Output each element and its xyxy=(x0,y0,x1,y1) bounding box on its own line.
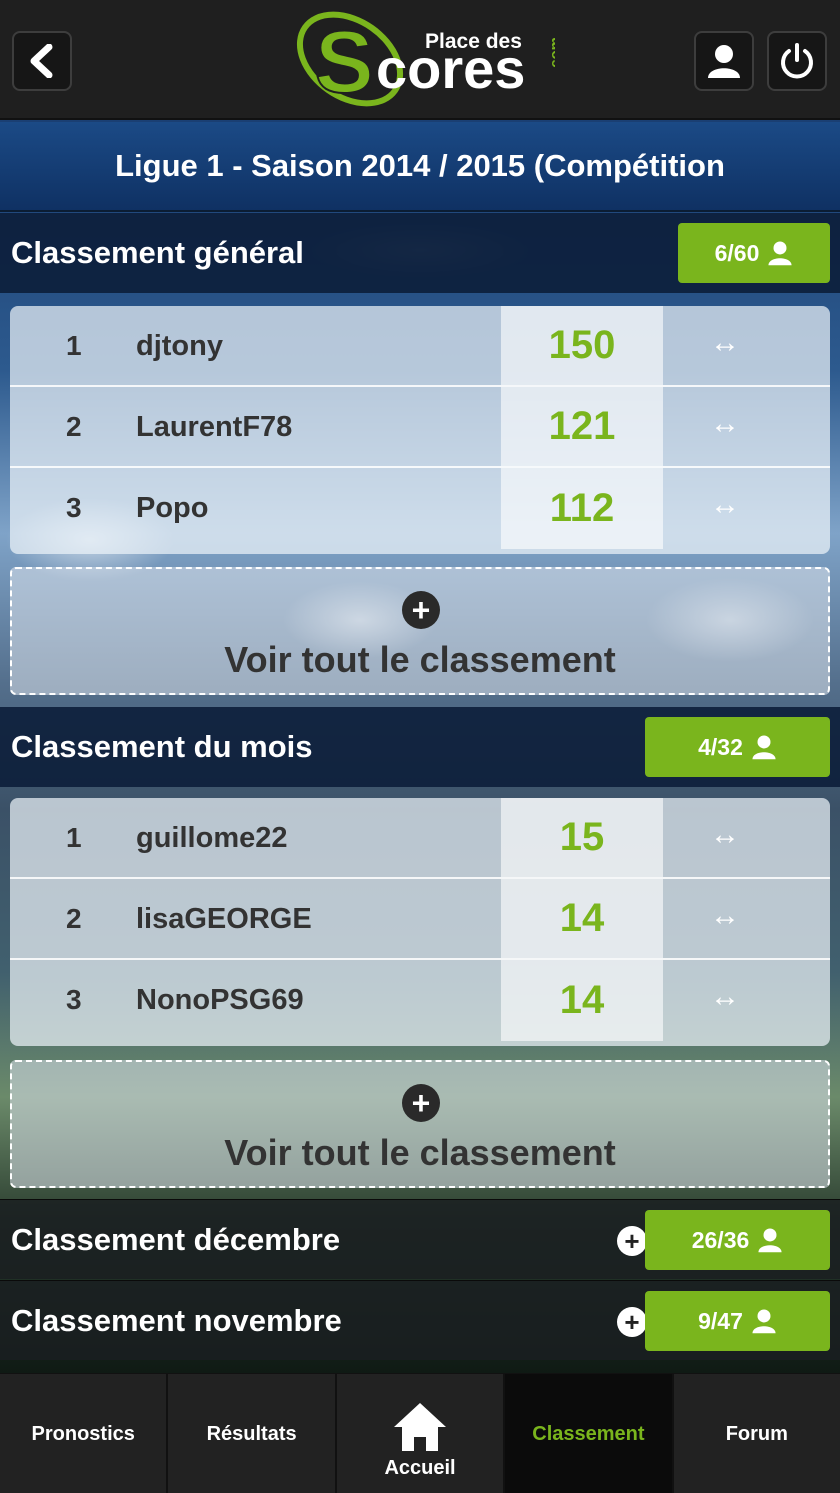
trend-arrow-icon: ↔ xyxy=(710,899,740,932)
general-ranking-header: Classement général 6/60 xyxy=(0,213,840,293)
power-icon xyxy=(781,43,813,79)
logo-graphic: S Place des cores .com xyxy=(296,11,564,112)
november-badge-text: 9/47 xyxy=(698,1307,743,1334)
month-ranking-table: 1 guillome22 15 ↔ 2 lisaGEORGE 14 ↔ 3 No… xyxy=(10,798,830,1046)
see-all-general-button[interactable]: + Voir tout le classement xyxy=(10,567,830,695)
see-all-month-button[interactable]: + Voir tout le classement xyxy=(10,1060,830,1188)
competition-title: Ligue 1 - Saison 2014 / 2015 (Compétitio… xyxy=(115,148,725,183)
tab-accueil[interactable]: Accueil xyxy=(337,1374,506,1493)
competition-title-bar: Ligue 1 - Saison 2014 / 2015 (Compétitio… xyxy=(0,122,840,212)
rank-cell: 3 xyxy=(66,984,82,1015)
november-ranking-badge[interactable]: 9/47 xyxy=(645,1291,830,1351)
player-name: Popo xyxy=(136,492,209,524)
player-name: NonoPSG69 xyxy=(136,984,304,1016)
points-cell: 112 xyxy=(501,468,663,549)
player-name: guillome22 xyxy=(136,822,288,854)
player-name: djtony xyxy=(136,330,223,362)
table-row[interactable]: 2 lisaGEORGE 14 ↔ xyxy=(10,879,830,960)
back-button[interactable] xyxy=(12,31,72,91)
tab-resultats[interactable]: Résultats xyxy=(168,1374,337,1493)
user-icon xyxy=(708,45,740,78)
december-ranking-badge[interactable]: 26/36 xyxy=(645,1210,830,1270)
plus-circle-icon: + xyxy=(402,591,440,629)
trend-arrow-icon: ↔ xyxy=(710,818,740,851)
month-ranking-badge[interactable]: 4/32 xyxy=(645,717,830,777)
place-des-scores-logo: S Place des cores .com xyxy=(290,4,564,114)
rank-cell: 1 xyxy=(66,330,82,361)
see-all-label: Voir tout le classement xyxy=(224,639,616,680)
app-header: S Place des cores .com xyxy=(0,0,840,120)
rank-cell: 2 xyxy=(66,903,82,934)
points-cell: 15 xyxy=(501,798,663,877)
player-name: lisaGEORGE xyxy=(136,903,312,935)
tab-accueil-label: Accueil xyxy=(384,1457,456,1479)
rank-cell: 3 xyxy=(66,492,82,523)
points-cell: 14 xyxy=(501,879,663,958)
see-all-label: Voir tout le classement xyxy=(224,1132,616,1173)
rank-cell: 2 xyxy=(66,411,82,442)
table-row[interactable]: 3 Popo 112 ↔ xyxy=(10,468,830,549)
points-cell: 121 xyxy=(501,387,663,466)
logo-cores-text: cores xyxy=(376,37,525,100)
general-ranking-badge[interactable]: 6/60 xyxy=(678,223,830,283)
december-ranking-title: Classement décembre xyxy=(11,1221,341,1257)
points-cell: 150 xyxy=(501,306,663,385)
december-ranking-header[interactable]: Classement décembre + 26/36 xyxy=(0,1199,840,1279)
profile-button[interactable] xyxy=(694,31,754,91)
svg-text:S: S xyxy=(315,12,374,111)
table-row[interactable]: 1 djtony 150 ↔ xyxy=(10,306,830,387)
user-icon xyxy=(752,735,776,760)
trend-arrow-icon: ↔ xyxy=(710,326,740,359)
user-icon xyxy=(752,1309,776,1334)
trend-arrow-icon: ↔ xyxy=(710,488,740,521)
month-ranking-title: Classement du mois xyxy=(11,729,313,764)
expand-plus-icon[interactable]: + xyxy=(617,1226,647,1256)
table-row[interactable]: 3 NonoPSG69 14 ↔ xyxy=(10,960,830,1041)
month-badge-text: 4/32 xyxy=(698,733,743,760)
bottom-tab-bar: Pronostics Résultats Accueil Classement … xyxy=(0,1373,840,1493)
player-name: LaurentF78 xyxy=(136,411,293,443)
chevron-left-icon xyxy=(30,44,53,78)
logo-domain-text: .com xyxy=(547,37,555,72)
december-badge-text: 26/36 xyxy=(691,1226,750,1253)
points-cell: 14 xyxy=(501,960,663,1041)
november-ranking-title: Classement novembre xyxy=(11,1302,342,1338)
user-icon xyxy=(758,1228,782,1253)
general-badge-text: 6/60 xyxy=(714,239,760,266)
home-icon xyxy=(394,1403,447,1451)
logout-button[interactable] xyxy=(767,31,827,91)
trend-arrow-icon: ↔ xyxy=(710,407,740,440)
rank-cell: 1 xyxy=(66,822,82,853)
tab-forum[interactable]: Forum xyxy=(674,1374,840,1493)
table-row[interactable]: 1 guillome22 15 ↔ xyxy=(10,798,830,879)
november-ranking-header[interactable]: Classement novembre + 9/47 xyxy=(0,1280,840,1360)
trend-arrow-icon: ↔ xyxy=(710,980,740,1013)
general-ranking-title: Classement général xyxy=(11,235,304,270)
user-icon xyxy=(768,241,792,266)
table-row[interactable]: 2 LaurentF78 121 ↔ xyxy=(10,387,830,468)
expand-plus-icon[interactable]: + xyxy=(617,1307,647,1337)
general-ranking-table: 1 djtony 150 ↔ 2 LaurentF78 121 ↔ 3 Popo… xyxy=(10,306,830,554)
month-ranking-header: Classement du mois 4/32 xyxy=(0,707,840,787)
tab-pronostics[interactable]: Pronostics xyxy=(0,1374,169,1493)
tab-classement[interactable]: Classement xyxy=(505,1374,674,1493)
plus-circle-icon: + xyxy=(402,1084,440,1122)
